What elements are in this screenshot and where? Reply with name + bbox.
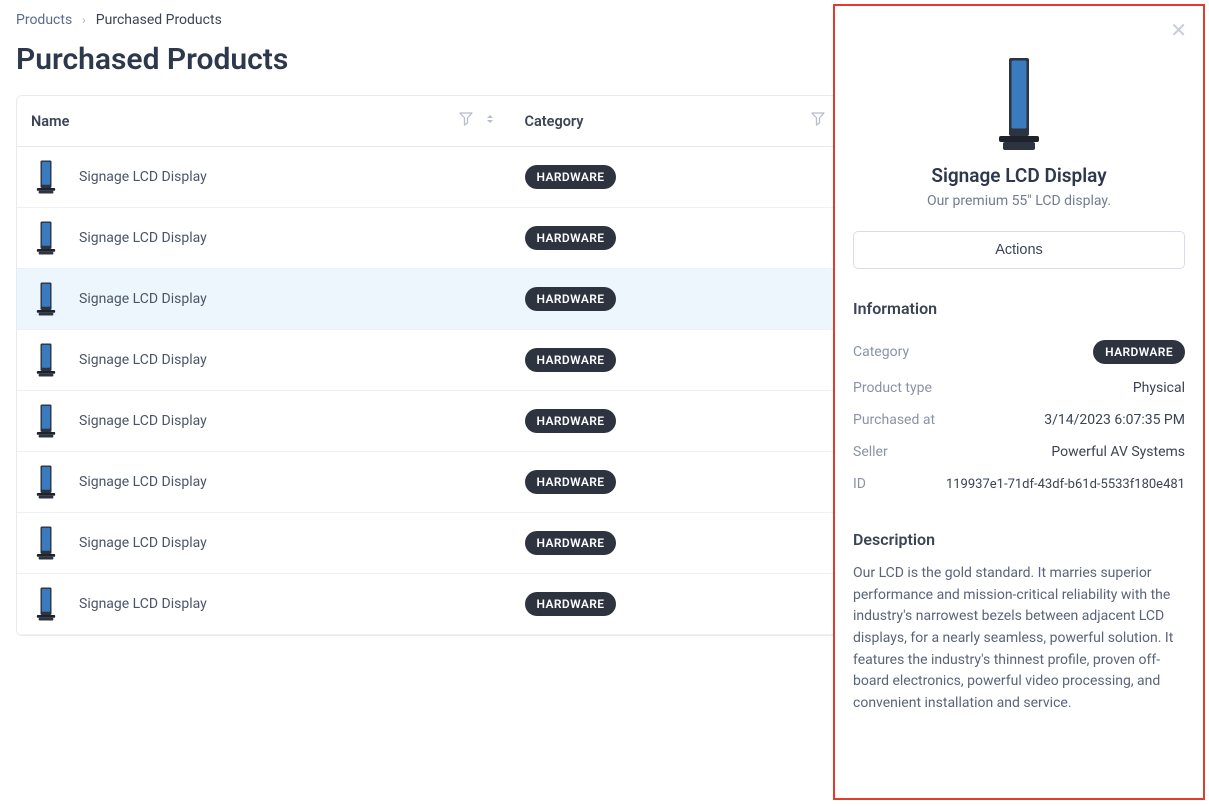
category-badge: HARDWARE: [525, 409, 617, 433]
category-badge: HARDWARE: [525, 592, 617, 616]
info-id-label: ID: [853, 476, 866, 492]
product-image: [853, 58, 1185, 154]
info-purchased-label: Purchased at: [853, 412, 935, 428]
panel-title: Signage LCD Display: [853, 164, 1185, 187]
product-name: Signage LCD Display: [79, 413, 207, 429]
info-id-value: 119937e1-71df-43df-b61d-5533f180e481: [946, 477, 1185, 492]
info-category-label: Category: [853, 344, 909, 360]
col-name[interactable]: Name: [31, 113, 69, 130]
category-badge: HARDWARE: [525, 531, 617, 555]
product-thumb-icon: [31, 220, 61, 256]
detail-panel: ✕ Signage LCD Display Our premium 55" LC…: [833, 4, 1205, 800]
category-badge: HARDWARE: [525, 348, 617, 372]
info-category-value: HARDWARE: [1093, 340, 1185, 364]
product-thumb-icon: [31, 464, 61, 500]
category-badge: HARDWARE: [525, 287, 617, 311]
product-thumb-icon: [31, 159, 61, 195]
product-thumb-icon: [31, 281, 61, 317]
actions-button[interactable]: Actions: [853, 231, 1185, 269]
product-name: Signage LCD Display: [79, 230, 207, 246]
product-name: Signage LCD Display: [79, 596, 207, 612]
breadcrumb-root[interactable]: Products: [16, 12, 72, 28]
col-category[interactable]: Category: [525, 113, 584, 130]
info-seller-value: Powerful AV Systems: [1051, 444, 1185, 460]
product-name: Signage LCD Display: [79, 352, 207, 368]
description-heading: Description: [853, 530, 1185, 549]
product-thumb-icon: [31, 525, 61, 561]
product-name: Signage LCD Display: [79, 291, 207, 307]
product-thumb-icon: [31, 586, 61, 622]
product-name: Signage LCD Display: [79, 169, 207, 185]
info-ptype-label: Product type: [853, 380, 932, 396]
category-badge: HARDWARE: [525, 165, 617, 189]
close-icon[interactable]: ✕: [1170, 20, 1187, 40]
info-purchased-value: 3/14/2023 6:07:35 PM: [1044, 412, 1185, 428]
description-text: Our LCD is the gold standard. It marries…: [853, 563, 1185, 715]
chevron-right-icon: ›: [82, 13, 86, 27]
product-thumb-icon: [31, 342, 61, 378]
breadcrumb-current: Purchased Products: [96, 12, 222, 28]
sort-icon[interactable]: [483, 112, 497, 130]
panel-subtitle: Our premium 55" LCD display.: [853, 193, 1185, 209]
info-ptype-value: Physical: [1133, 380, 1185, 396]
info-seller-label: Seller: [853, 444, 888, 460]
product-name: Signage LCD Display: [79, 535, 207, 551]
product-thumb-icon: [31, 403, 61, 439]
category-badge: HARDWARE: [525, 470, 617, 494]
product-name: Signage LCD Display: [79, 474, 207, 490]
filter-icon[interactable]: [811, 112, 825, 130]
filter-icon[interactable]: [459, 112, 473, 130]
info-heading: Information: [853, 299, 1185, 318]
category-badge: HARDWARE: [525, 226, 617, 250]
